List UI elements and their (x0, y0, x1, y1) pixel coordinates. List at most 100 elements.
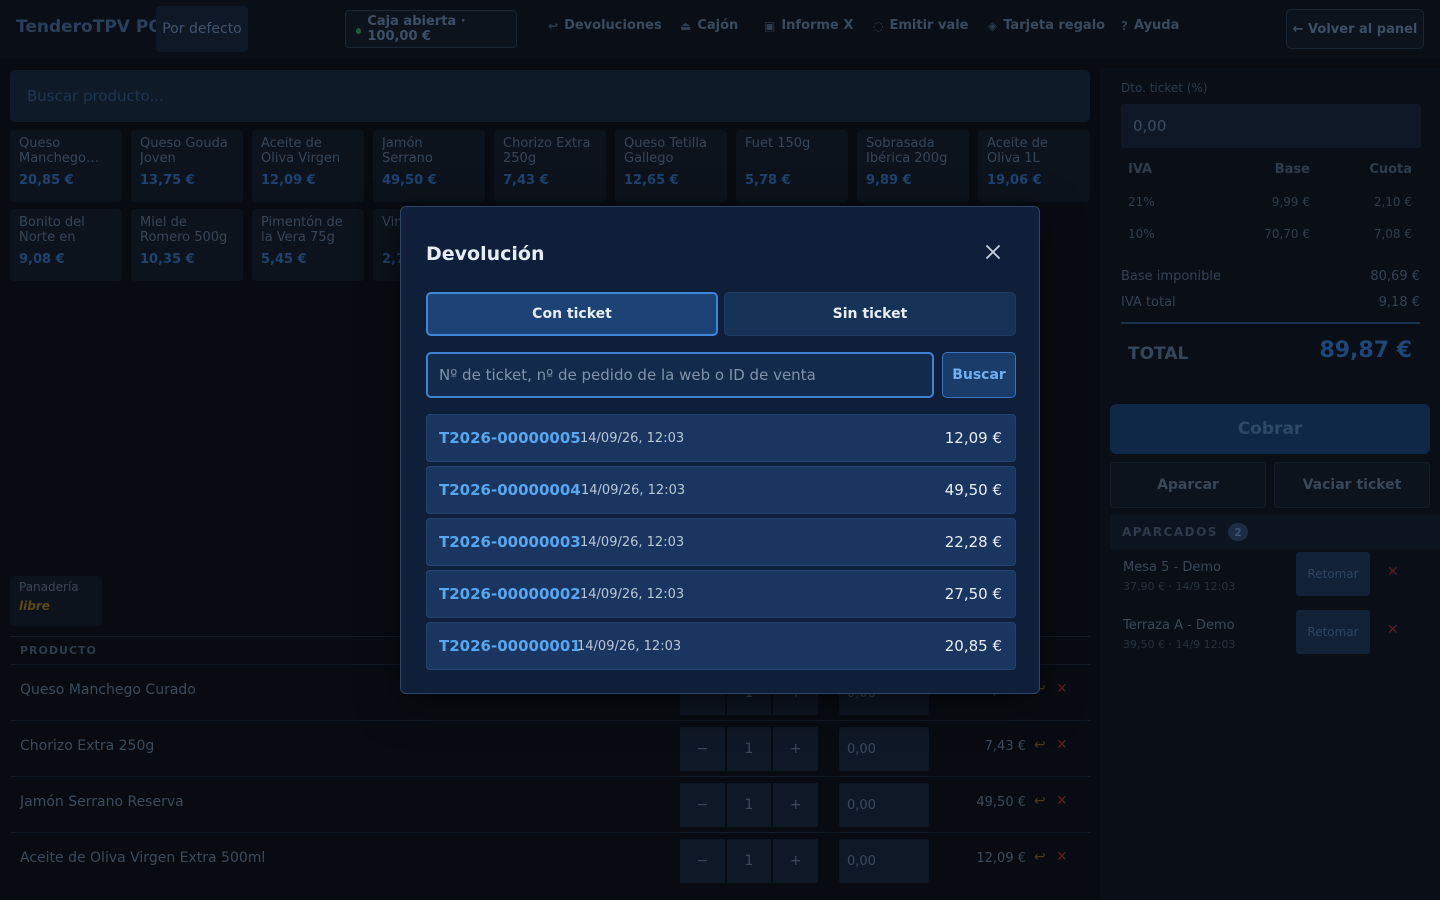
nav-issue-voucher[interactable]: ◌ Emitir vale (873, 18, 969, 33)
vat-base: 70,70 € (1264, 227, 1310, 241)
product-card[interactable]: Pimentón de la Vera 75g 5,45 € (252, 209, 364, 281)
nav-drawer[interactable]: ⏏ Cajón (680, 18, 738, 33)
product-card[interactable]: Queso Gouda Joven 13,75 € (131, 130, 243, 202)
vat-rate: 21% (1128, 195, 1155, 209)
product-price: 5,78 € (745, 173, 791, 188)
ticket-id: T2026-00000002 (439, 585, 581, 603)
resume-button[interactable]: Retomar (1296, 552, 1370, 596)
nav-x-report-label: Informe X (781, 18, 854, 33)
product-price: 9,08 € (19, 252, 65, 267)
gift-card-icon: ◈ (988, 18, 998, 33)
vat-base: 9,99 € (1271, 195, 1310, 209)
increase-button[interactable]: + (773, 783, 819, 827)
increase-button[interactable]: + (773, 727, 819, 771)
line-total: 7,43 € (984, 739, 1026, 754)
product-card[interactable]: Miel de Romero 500g 10,35 € (131, 209, 243, 281)
back-to-panel-button[interactable]: ← Volver al panel (1286, 9, 1424, 49)
line-discount-input[interactable]: 0,00 (839, 783, 929, 827)
product-card[interactable]: Queso Tetilla Gallego 12,65 € (615, 130, 727, 202)
table-row: Jamón Serrano Reserva − 1 + 0,00 49,50 €… (10, 776, 1090, 832)
nav-returns[interactable]: ↩ Devoluciones (548, 18, 662, 33)
cash-status-button[interactable]: Caja abierta · 100,00 € (345, 10, 517, 48)
remove-line-icon[interactable]: ✕ (1056, 793, 1068, 809)
nav-x-report[interactable]: ▣ Informe X (764, 18, 853, 33)
category-status: libre (19, 599, 50, 613)
nav-gift-card[interactable]: ◈ Tarjeta regalo (988, 18, 1105, 33)
product-card[interactable]: Jamón Serrano Reserva 49,50 € (373, 130, 485, 202)
product-card[interactable]: Aceite de Oliva 1L Premium 19,06 € (978, 130, 1090, 202)
product-name: Queso Tetilla Gallego (624, 136, 707, 166)
ticket-amount: 27,50 € (944, 585, 1002, 603)
tab-without-ticket[interactable]: Sin ticket (724, 292, 1016, 336)
help-icon: ? (1121, 18, 1128, 33)
product-name: Chorizo Extra 250g (503, 136, 591, 166)
product-name: Pimentón de la Vera 75g (261, 215, 343, 245)
product-name: Queso Manchego… (19, 136, 100, 166)
table-row: Aceite de Oliva Virgen Extra 500ml − 1 +… (10, 832, 1090, 888)
line-total: 12,09 € (976, 851, 1026, 866)
product-price: 13,75 € (140, 173, 195, 188)
nav-gift-card-label: Tarjeta regalo (1003, 18, 1106, 33)
voucher-icon: ◌ (873, 18, 884, 33)
profile-tab[interactable]: Por defecto (156, 6, 248, 52)
product-name: Aceite de Oliva 1L Premium (987, 136, 1048, 167)
product-price: 7,43 € (503, 173, 549, 188)
product-card[interactable]: Queso Manchego… 20,85 € (10, 130, 122, 202)
ticket-summary-panel: Dto. ticket (%) 0,00 IVA Base Cuota 21% … (1100, 68, 1440, 900)
vat-total-label: IVA total (1121, 295, 1176, 310)
vat-total-value: 9,18 € (1378, 295, 1420, 310)
product-price: 10,35 € (140, 252, 195, 267)
list-item[interactable]: T2026-00000004 14/09/26, 12:03 49,50 € (426, 466, 1016, 514)
resume-button[interactable]: Retomar (1296, 610, 1370, 654)
search-button[interactable]: Buscar (942, 352, 1016, 398)
product-card[interactable]: Aceite de Oliva Virgen Extra… 12,09 € (252, 130, 364, 202)
line-discount-input[interactable]: 0,00 (839, 839, 929, 883)
product-price: 19,06 € (987, 173, 1042, 188)
parked-ticket-meta: 39,50 € · 14/9 12:03 (1123, 638, 1236, 651)
category-chip[interactable]: Panadería libre (10, 576, 102, 626)
parked-ticket: Mesa 5 - Demo 37,90 € · 14/9 12:03 Retom… (1123, 552, 1433, 606)
park-button[interactable]: Aparcar (1110, 462, 1266, 508)
list-item[interactable]: T2026-00000003 14/09/26, 12:03 22,28 € (426, 518, 1016, 566)
line-discount-input[interactable]: 0,00 (839, 727, 929, 771)
remove-line-icon[interactable]: ✕ (1056, 849, 1068, 865)
clear-ticket-button[interactable]: Vaciar ticket (1274, 462, 1430, 508)
remove-line-icon[interactable]: ✕ (1056, 681, 1068, 697)
product-name: Jamón Serrano Reserva (382, 136, 434, 167)
quantity-value[interactable]: 1 (726, 783, 772, 827)
decrease-button[interactable]: − (680, 839, 725, 883)
product-card[interactable]: Chorizo Extra 250g 7,43 € (494, 130, 606, 202)
quantity-value[interactable]: 1 (726, 839, 772, 883)
product-price: 20,85 € (19, 173, 74, 188)
product-price: 9,89 € (866, 173, 912, 188)
remove-line-icon[interactable]: ✕ (1056, 737, 1068, 753)
total-value: 89,87 € (1319, 338, 1412, 363)
product-card[interactable]: Sobrasada Ibérica 200g 9,89 € (857, 130, 969, 202)
return-line-icon[interactable]: ↩ (1034, 737, 1046, 753)
decrease-button[interactable]: − (680, 727, 725, 771)
vat-rate: 10% (1128, 227, 1155, 241)
return-line-icon[interactable]: ↩ (1034, 849, 1046, 865)
quantity-value[interactable]: 1 (726, 727, 772, 771)
ticket-search-input[interactable] (426, 352, 934, 398)
delete-parked-icon[interactable]: ✕ (1387, 622, 1399, 638)
decrease-button[interactable]: − (680, 783, 725, 827)
increase-button[interactable]: + (773, 839, 819, 883)
parked-header: APARCADOS 2 (1110, 514, 1440, 550)
ticket-discount-input[interactable]: 0,00 (1121, 104, 1421, 148)
status-dot-icon (356, 27, 362, 34)
nav-help[interactable]: ? Ayuda (1121, 18, 1179, 33)
return-line-icon[interactable]: ↩ (1034, 793, 1046, 809)
product-card[interactable]: Fuet 150g 5,78 € (736, 130, 848, 202)
list-item[interactable]: T2026-00000001 14/09/26, 12:03 20,85 € (426, 622, 1016, 670)
ticket-date: 14/09/26, 12:03 (580, 587, 685, 602)
charge-button[interactable]: Cobrar (1110, 404, 1430, 454)
delete-parked-icon[interactable]: ✕ (1387, 564, 1399, 580)
quantity-stepper: − 1 + (680, 727, 819, 771)
product-search-input[interactable]: Buscar producto... (10, 70, 1090, 122)
close-icon[interactable] (981, 240, 1005, 264)
list-item[interactable]: T2026-00000005 14/09/26, 12:03 12,09 € (426, 414, 1016, 462)
product-card[interactable]: Bonito del Norte en Aceite 9,08 € (10, 209, 122, 281)
list-item[interactable]: T2026-00000002 14/09/26, 12:03 27,50 € (426, 570, 1016, 618)
tab-with-ticket[interactable]: Con ticket (426, 292, 718, 336)
